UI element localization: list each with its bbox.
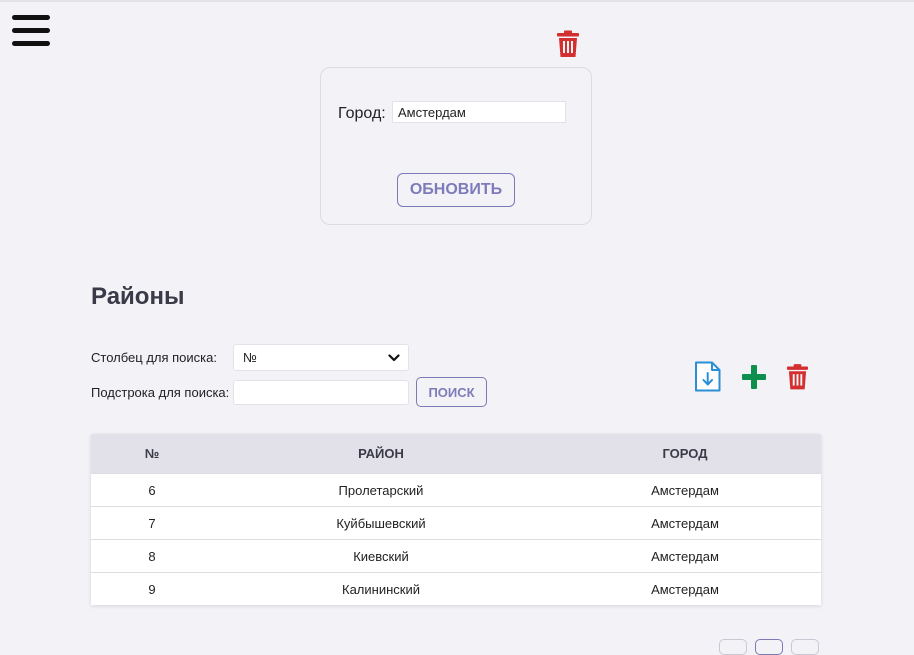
cell-number: 7 [91, 506, 213, 540]
header-number[interactable]: № [91, 434, 213, 474]
table-header-row: № РАЙОН ГОРОД [91, 434, 821, 474]
section-title: Районы [91, 283, 185, 310]
table-row[interactable]: 9 Калининский Амстердам [91, 572, 821, 605]
menu-icon[interactable] [12, 15, 50, 49]
city-card: Город: ОБНОВИТЬ [320, 67, 592, 225]
header-district[interactable]: РАЙОН [213, 434, 549, 474]
table-row[interactable]: 7 Куйбышевский Амстердам [91, 506, 821, 540]
search-column-value: № [243, 350, 257, 365]
cell-city: Амстердам [549, 506, 821, 540]
chevron-down-icon [388, 354, 400, 362]
search-substring-label: Подстрока для поиска: [91, 385, 230, 400]
search-column-label: Столбец для поиска: [91, 350, 217, 365]
refresh-button[interactable]: ОБНОВИТЬ [397, 173, 515, 207]
pager-prev-button[interactable] [719, 639, 747, 655]
districts-table: № РАЙОН ГОРОД 6 Пролетарский Амстердам 7… [91, 434, 821, 605]
cell-number: 8 [91, 539, 213, 573]
cell-district: Калининский [213, 572, 549, 605]
top-border [0, 0, 914, 2]
file-download-icon[interactable] [694, 361, 721, 392]
search-button[interactable]: ПОИСК [416, 377, 487, 407]
table-row[interactable]: 8 Киевский Амстердам [91, 539, 821, 573]
header-city[interactable]: ГОРОД [549, 434, 821, 474]
city-label: Город: [338, 105, 386, 122]
table-row[interactable]: 6 Пролетарский Амстердам [91, 473, 821, 507]
add-plus-icon[interactable] [741, 364, 767, 390]
cell-number: 6 [91, 473, 213, 507]
pager-current-button[interactable] [755, 639, 783, 655]
delete-trash-icon[interactable] [787, 363, 808, 390]
delete-city-trash-icon[interactable] [557, 30, 579, 57]
cell-number: 9 [91, 572, 213, 605]
city-input[interactable] [392, 101, 566, 123]
cell-city: Амстердам [549, 539, 821, 573]
search-substring-input[interactable] [233, 380, 409, 405]
cell-district: Пролетарский [213, 473, 549, 507]
cell-district: Киевский [213, 539, 549, 573]
pager-next-button[interactable] [791, 639, 819, 655]
cell-city: Амстердам [549, 473, 821, 507]
cell-district: Куйбышевский [213, 506, 549, 540]
cell-city: Амстердам [549, 572, 821, 605]
search-column-select[interactable]: № [233, 344, 409, 371]
